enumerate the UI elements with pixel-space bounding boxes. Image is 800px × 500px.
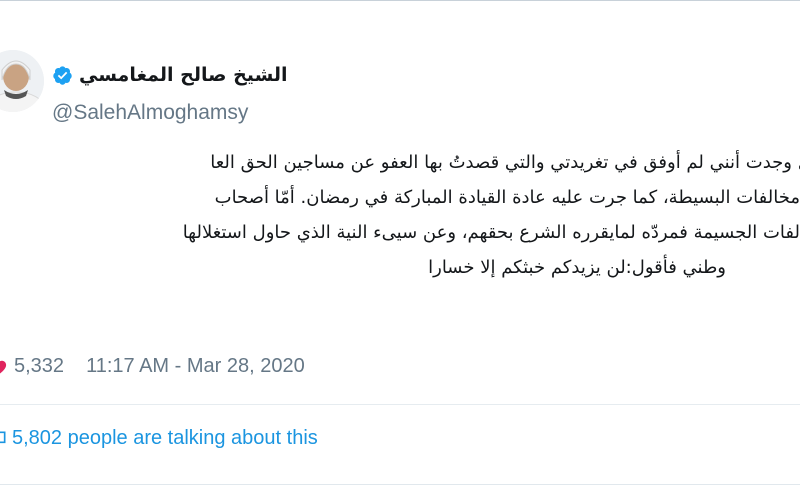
divider bbox=[0, 404, 800, 405]
tweet-text-line: أمل وجدت أنني لم أوفق في تغريدتي والتي ق… bbox=[210, 152, 800, 173]
avatar[interactable] bbox=[0, 50, 44, 112]
talking-about-link[interactable]: 5,802 people are talking about this bbox=[0, 427, 318, 450]
author-display-name: الشيخ صالح المغامسي bbox=[79, 64, 288, 86]
bottom-border bbox=[0, 484, 800, 485]
tweet-meta: 5,332 11:17 AM - Mar 28, 2020 bbox=[0, 355, 305, 378]
tweet-text-line: الفات الجسيمة فمردّه لمايقرره الشرع بحقه… bbox=[182, 222, 800, 243]
talking-about-text: 5,802 people are talking about this bbox=[12, 427, 318, 449]
like-count[interactable]: 5,332 bbox=[14, 355, 64, 378]
tweet-card: الشيخ صالح المغامسي @SalehAlmoghamsy أمل… bbox=[0, 0, 800, 500]
time-date-separator: - bbox=[169, 355, 187, 377]
tweet-time[interactable]: 11:17 AM bbox=[86, 355, 169, 378]
author-handle[interactable]: @SalehAlmoghamsy bbox=[52, 101, 248, 125]
tweet-text-line: مخالفات البسيطة، كما جرت عليه عادة القيا… bbox=[214, 187, 800, 208]
heart-icon[interactable] bbox=[0, 358, 8, 376]
tweet-date[interactable]: Mar 28, 2020 bbox=[187, 355, 305, 378]
top-border bbox=[0, 0, 800, 1]
tweet-text: أمل وجدت أنني لم أوفق في تغريدتي والتي ق… bbox=[0, 145, 800, 285]
verified-badge-icon bbox=[52, 65, 73, 86]
author-name-row[interactable]: الشيخ صالح المغامسي bbox=[52, 61, 288, 89]
tweet-text-line: وطني فأقول:لن يزيدكم خبثكم إلا خسارا bbox=[428, 257, 726, 278]
speech-bubble-icon bbox=[0, 429, 8, 449]
